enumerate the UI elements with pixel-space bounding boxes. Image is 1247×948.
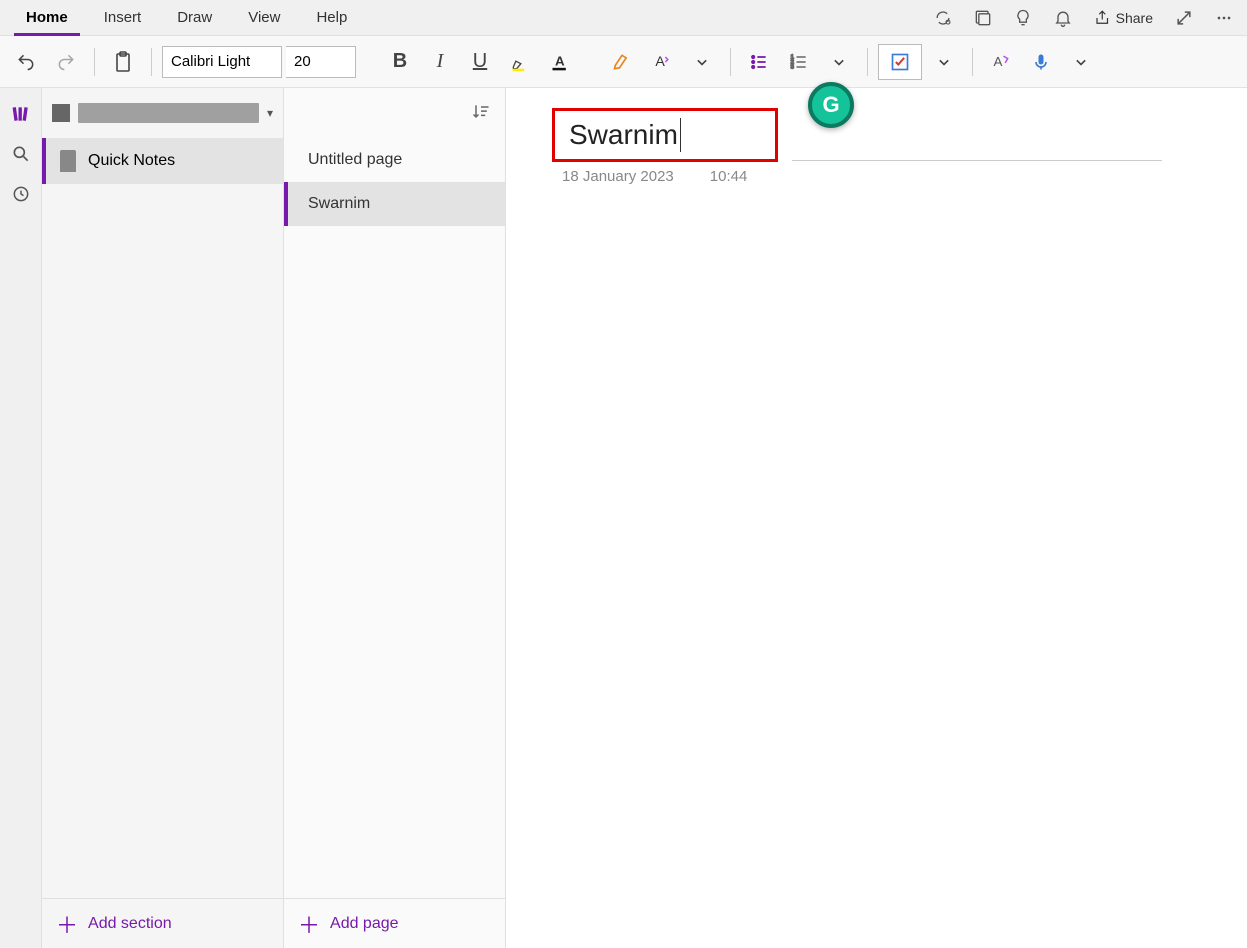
note-canvas[interactable]: Swarnim 18 January 2023 10:44: [506, 88, 1247, 948]
note-date: 18 January 2023: [562, 168, 674, 185]
add-section-label: Add section: [88, 915, 172, 933]
highlight-button[interactable]: [502, 44, 538, 80]
svg-text:3: 3: [791, 64, 794, 70]
section-quick-notes[interactable]: Quick Notes: [42, 138, 283, 184]
add-page-label: Add page: [330, 915, 399, 933]
chevron-down-icon: ▾: [267, 106, 273, 120]
menu-insert[interactable]: Insert: [86, 3, 160, 32]
font-name-input[interactable]: [162, 46, 282, 78]
pages-pane: Untitled page Swarnim ＋ Add page: [284, 88, 506, 948]
share-button[interactable]: Share: [1088, 5, 1159, 31]
note-time: 10:44: [710, 168, 748, 185]
menu-draw[interactable]: Draw: [159, 3, 230, 32]
more-icon[interactable]: [1209, 3, 1239, 33]
menu-bar: Home Insert Draw View Help Share: [0, 0, 1247, 36]
more-tools-dropdown[interactable]: [1063, 44, 1099, 80]
search-icon[interactable]: [9, 142, 33, 166]
plus-icon: ＋: [56, 908, 78, 940]
plus-icon: ＋: [298, 908, 320, 940]
svg-text:A: A: [555, 53, 565, 68]
section-label: Quick Notes: [88, 152, 175, 170]
note-title-input[interactable]: Swarnim: [552, 108, 778, 162]
left-rail: [0, 88, 42, 948]
notebook-name-redacted: [78, 103, 259, 123]
toolbar: B I U A A 123 A G: [0, 36, 1247, 88]
italic-button[interactable]: I: [422, 44, 458, 80]
notebook-selector[interactable]: ▾: [42, 88, 283, 138]
font-size-input[interactable]: [286, 46, 356, 78]
fullscreen-icon[interactable]: [1169, 3, 1199, 33]
menu-help[interactable]: Help: [298, 3, 365, 32]
title-underline: [792, 160, 1162, 161]
menu-home[interactable]: Home: [8, 3, 86, 32]
menu-view[interactable]: View: [230, 3, 298, 32]
dictate-button[interactable]: [1023, 44, 1059, 80]
format-painter-button[interactable]: A: [644, 44, 680, 80]
tags-dropdown[interactable]: [926, 44, 962, 80]
more-paragraph-dropdown[interactable]: [821, 44, 857, 80]
section-tab-icon: [60, 150, 76, 172]
recent-icon[interactable]: [9, 182, 33, 206]
clear-formatting-button[interactable]: [604, 44, 640, 80]
bullet-list-button[interactable]: [741, 44, 777, 80]
styles-button[interactable]: A: [983, 44, 1019, 80]
bold-button[interactable]: B: [382, 44, 418, 80]
lightbulb-icon[interactable]: [1008, 3, 1038, 33]
clipboard-button[interactable]: [105, 44, 141, 80]
main-area: ▾ Quick Notes ＋ Add section Untitled pag…: [0, 88, 1247, 948]
todo-tag-button[interactable]: [878, 44, 922, 80]
sections-pane: ▾ Quick Notes ＋ Add section: [42, 88, 284, 948]
note-title-text: Swarnim: [569, 119, 678, 151]
redo-button[interactable]: [48, 44, 84, 80]
text-cursor: [680, 118, 681, 152]
notebook-icon: [52, 104, 70, 122]
share-label: Share: [1116, 10, 1153, 26]
svg-text:A: A: [994, 54, 1003, 69]
numbered-list-button[interactable]: 123: [781, 44, 817, 80]
svg-text:A: A: [655, 54, 665, 70]
notifications-icon[interactable]: [1048, 3, 1078, 33]
add-section-button[interactable]: ＋ Add section: [42, 898, 283, 948]
page-untitled[interactable]: Untitled page: [284, 138, 505, 182]
page-label: Swarnim: [308, 195, 370, 213]
notebooks-icon[interactable]: [9, 102, 33, 126]
more-font-dropdown[interactable]: [684, 44, 720, 80]
feed-icon[interactable]: [968, 3, 998, 33]
page-label: Untitled page: [308, 151, 402, 169]
font-color-button[interactable]: A: [542, 44, 578, 80]
undo-button[interactable]: [8, 44, 44, 80]
underline-button[interactable]: U: [462, 44, 498, 80]
add-page-button[interactable]: ＋ Add page: [284, 898, 505, 948]
sync-status-icon[interactable]: [928, 3, 958, 33]
sort-pages-icon[interactable]: [471, 102, 491, 125]
grammarly-icon[interactable]: G: [808, 82, 854, 128]
page-swarnim[interactable]: Swarnim: [284, 182, 505, 226]
